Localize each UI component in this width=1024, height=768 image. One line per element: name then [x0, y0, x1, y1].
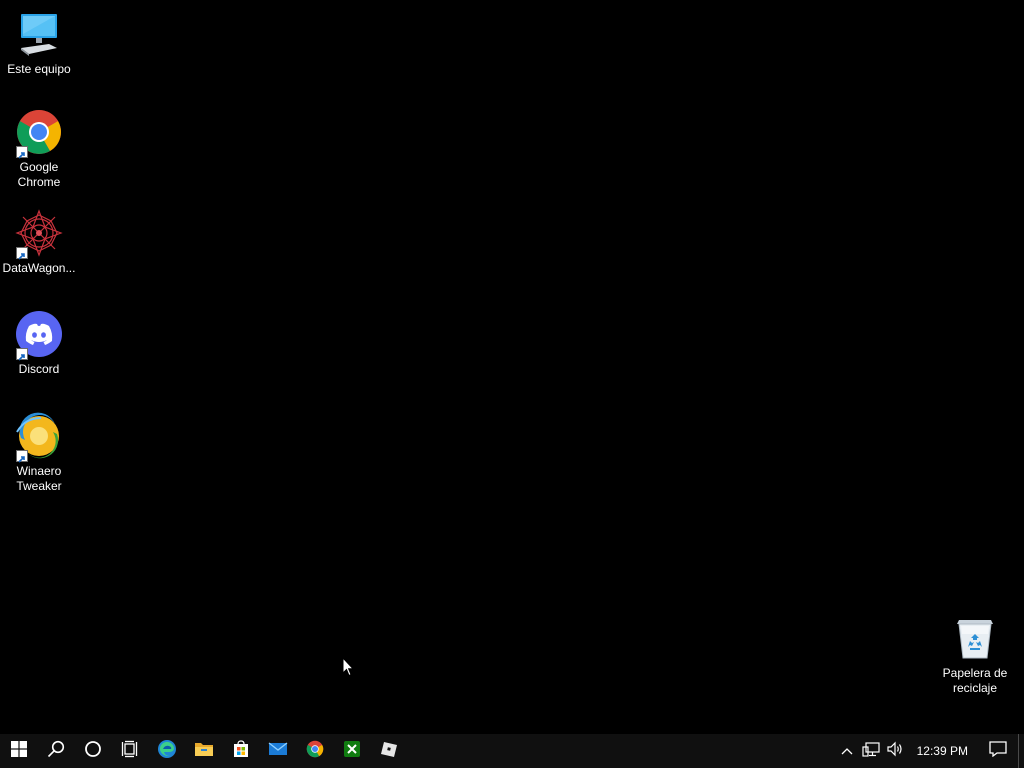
system-tray: 12:39 PM [835, 734, 1024, 768]
volume-button[interactable] [883, 734, 907, 768]
edge-icon [157, 739, 177, 764]
chrome-icon [15, 108, 63, 159]
show-hidden-icons-button[interactable] [835, 734, 859, 768]
taskbar-chrome-button[interactable] [296, 734, 333, 768]
desktop-icon-this-pc[interactable]: Este equipo [1, 10, 77, 77]
speaker-icon [886, 741, 904, 762]
taskbar-edge-button[interactable] [148, 734, 185, 768]
winaero-tweaker-icon [15, 412, 63, 463]
desktop-icon-google-chrome[interactable]: Google Chrome [1, 108, 77, 190]
mail-icon [268, 741, 288, 762]
desktop: Este equipo Google Chrome DataWagon... D… [0, 0, 1024, 734]
datawagon-icon [15, 209, 63, 260]
desktop-icon-winaero-tweaker[interactable]: Winaero Tweaker [1, 412, 77, 494]
start-button[interactable] [0, 734, 37, 768]
desktop-icon-label: Este equipo [7, 62, 71, 76]
taskbar: 12:39 PM [0, 734, 1024, 768]
taskbar-store-button[interactable] [222, 734, 259, 768]
desktop-icon-datawagon[interactable]: DataWagon... [1, 209, 77, 276]
network-icon [862, 741, 880, 762]
network-button[interactable] [859, 734, 883, 768]
taskbar-file-explorer-button[interactable] [185, 734, 222, 768]
file-explorer-icon [194, 740, 214, 763]
task-view-button[interactable] [111, 734, 148, 768]
task-view-icon [121, 740, 139, 763]
search-icon [47, 740, 65, 763]
shortcut-arrow-icon [16, 146, 28, 159]
shortcut-arrow-icon [16, 450, 28, 463]
discord-icon [15, 310, 63, 361]
chrome-icon [306, 740, 324, 763]
desktop-icon-label: Google Chrome [17, 160, 61, 189]
mouse-cursor-icon [342, 656, 355, 682]
computer-icon [15, 10, 63, 58]
roblox-icon [380, 740, 398, 763]
desktop-icon-label: Winaero Tweaker [16, 464, 62, 493]
cortana-icon [84, 740, 102, 763]
desktop-icon-discord[interactable]: Discord [1, 310, 77, 377]
recycle-bin-icon [951, 614, 999, 662]
desktop-icon-label: Papelera de reciclaje [942, 666, 1008, 695]
search-button[interactable] [37, 734, 74, 768]
show-desktop-button[interactable] [1018, 734, 1024, 768]
desktop-icon-label: Discord [18, 362, 60, 376]
notification-icon [989, 740, 1007, 762]
cortana-button[interactable] [74, 734, 111, 768]
chevron-up-icon [841, 742, 853, 760]
taskbar-clock[interactable]: 12:39 PM [907, 734, 978, 768]
windows-logo-icon [10, 740, 27, 762]
xbox-icon [343, 740, 361, 763]
store-icon [232, 739, 250, 763]
desktop-icon-recycle-bin[interactable]: Papelera de reciclaje [937, 614, 1013, 696]
taskbar-roblox-button[interactable] [370, 734, 407, 768]
desktop-icon-label: DataWagon... [2, 261, 76, 275]
shortcut-arrow-icon [16, 348, 28, 361]
taskbar-xbox-button[interactable] [333, 734, 370, 768]
taskbar-mail-button[interactable] [259, 734, 296, 768]
shortcut-arrow-icon [16, 247, 28, 260]
action-center-button[interactable] [978, 734, 1018, 768]
